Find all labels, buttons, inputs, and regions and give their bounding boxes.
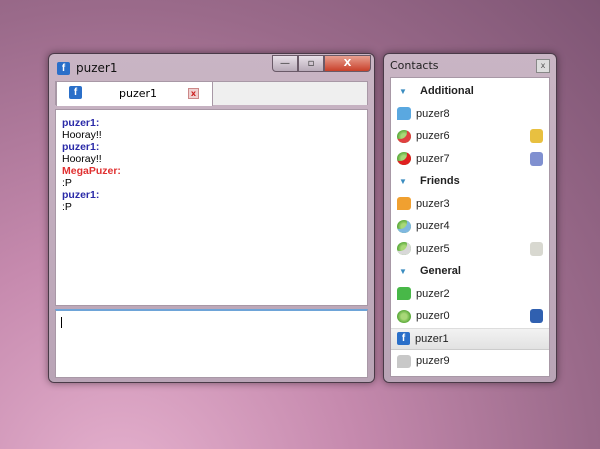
chat-window-title: f puzer1 [57,61,117,75]
group-name: Friends [420,175,460,187]
syringe-icon [530,151,543,166]
tab-bar: f puzer1 x [55,81,368,106]
contact-name: puzer3 [416,197,450,210]
facebook-icon: f [57,61,70,75]
close-button[interactable]: X [324,55,371,72]
tab-label: puzer1 [119,87,158,100]
contact-puzer9[interactable]: puzer9 [391,350,549,372]
group-header-additional[interactable]: ▼ Additional [391,80,549,102]
joystick-icon [530,309,543,323]
contact-name: puzer8 [416,107,450,120]
expand-triangle-icon[interactable]: ▼ [399,87,408,96]
message-nick: puzer1: [62,141,100,153]
contact-puzer4[interactable]: puzer4 [391,215,549,237]
contact-puzer0[interactable]: puzer0 [391,305,549,327]
text-caret [61,317,62,328]
contact-puzer5[interactable]: puzer5 [391,238,549,260]
group-header-general[interactable]: ▼ General [391,260,549,282]
message-nick: puzer1: [62,117,100,129]
icq-flower-red-icon [397,129,411,143]
contact-name: puzer2 [416,287,450,300]
beer-mug-icon [530,129,543,143]
expand-triangle-icon[interactable]: ▼ [399,177,408,186]
message-nick: MegaPuzer: [62,165,121,177]
group-name: Additional [420,85,474,97]
contact-puzer1[interactable]: f puzer1 [391,327,549,350]
icq-flower-na-icon [397,242,411,255]
icq-flower-online-icon [397,309,411,323]
chat-bubble-green-icon [397,287,411,300]
contacts-close-button[interactable]: x [536,59,550,73]
message-text: Hooray!! [62,153,102,165]
chat-window: f puzer1 — ▫ X f puzer1 x puzer1: Hooray!… [48,53,375,383]
message-nick: puzer1: [62,189,100,201]
expand-triangle-icon[interactable]: ▼ [399,267,408,276]
window-title-text: puzer1 [76,61,118,75]
contacts-window: Contacts x ▼ Additional puzer8 puzer6 puzer7… [383,53,557,383]
contact-name: puzer9 [416,355,450,367]
contact-name: puzer7 [416,152,450,165]
icq-flower-angry-icon [397,152,411,165]
chat-bubble-offline-icon [397,354,411,368]
tab-close-icon[interactable]: x [188,88,199,99]
facebook-icon: f [69,86,82,99]
contact-puzer2[interactable]: puzer2 [391,283,549,305]
icq-flower-away-icon [397,219,411,233]
contacts-title: Contacts [390,59,439,72]
contact-name: puzer6 [416,130,450,142]
contact-puzer3[interactable]: puzer3 [391,193,549,215]
contact-puzer6[interactable]: puzer6 [391,125,549,147]
minimize-button[interactable]: — [272,55,298,72]
message-log: puzer1: Hooray!! puzer1: Hooray!! MegaPuzer:… [55,109,368,306]
contact-name: puzer5 [416,242,450,255]
contact-name: puzer4 [416,220,450,232]
contact-name: puzer1 [415,332,449,345]
chat-bubble-orange-icon [397,197,411,210]
chat-bubble-blue-icon [397,107,411,120]
message-text: Hooray!! [62,129,102,141]
contact-list: ▼ Additional puzer8 puzer6 puzer7 ▼ Friends puz… [390,77,550,377]
group-header-friends[interactable]: ▼ Friends [391,170,549,192]
facebook-icon: f [397,332,410,345]
group-name: General [420,265,461,277]
tab-puzer1[interactable]: f puzer1 x [56,81,213,106]
toilet-paper-icon [530,241,543,256]
contact-name: puzer0 [416,310,450,322]
contact-puzer8[interactable]: puzer8 [391,103,549,125]
message-input[interactable] [55,309,368,378]
contact-puzer7[interactable]: puzer7 [391,148,549,170]
message-text: :P [62,177,72,189]
message-text: :P [62,201,72,213]
maximize-button[interactable]: ▫ [298,55,324,72]
